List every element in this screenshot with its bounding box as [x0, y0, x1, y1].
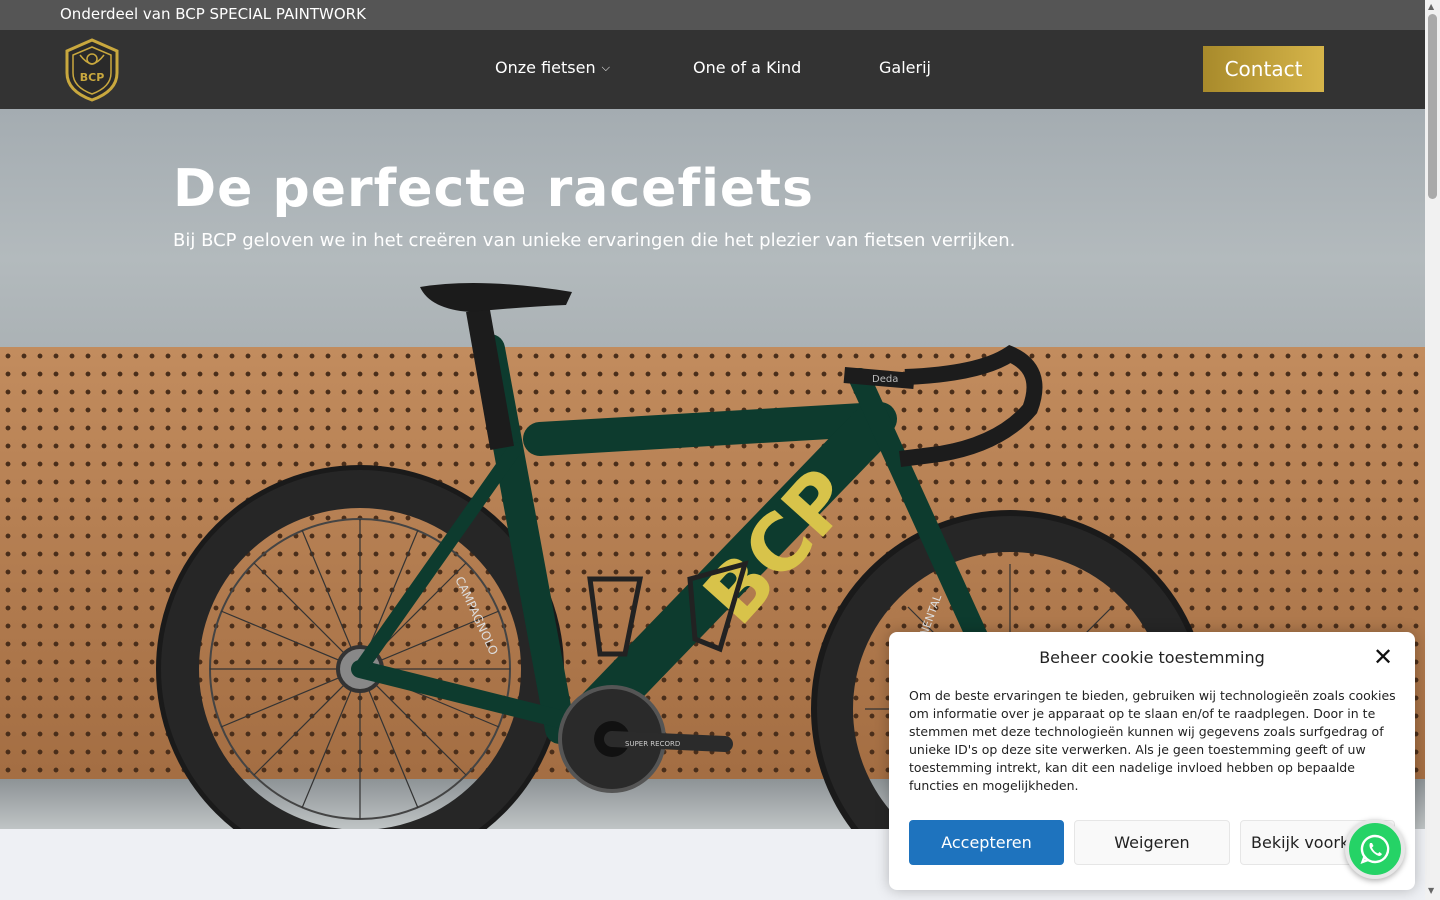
bcp-logo[interactable]: BCP [62, 37, 122, 103]
deny-cookies-button[interactable]: Weigeren [1074, 820, 1230, 865]
nav-item-galerij[interactable]: Galerij [879, 58, 931, 77]
hero-title: De perfecte racefiets [173, 159, 814, 219]
close-icon[interactable]: ✕ [1373, 645, 1393, 669]
site-header: BCP Onze fietsen ⌵ One of a Kind Galerij … [0, 30, 1425, 109]
whatsapp-chat-button[interactable] [1345, 819, 1405, 879]
chevron-down-icon: ⌵ [601, 61, 610, 74]
page-scrollbar[interactable]: ▲ ▼ [1425, 0, 1440, 900]
logo-text: BCP [80, 71, 105, 84]
scroll-down-icon[interactable]: ▼ [1428, 886, 1434, 895]
scrollbar-thumb[interactable] [1428, 14, 1437, 199]
nav-label: Onze fietsen [495, 58, 596, 77]
cookie-dialog-text: Om de beste ervaringen te bieden, gebrui… [909, 688, 1396, 793]
accept-cookies-button[interactable]: Accepteren [909, 820, 1064, 865]
announcement-bar: Onderdeel van BCP SPECIAL PAINTWORK [0, 0, 1425, 30]
nav-label: Galerij [879, 58, 931, 77]
hero-subtitle: Bij BCP geloven we in het creëren van un… [173, 230, 1016, 251]
cookie-dialog-title: Beheer cookie toestemming [1039, 648, 1265, 667]
announcement-text: Onderdeel van BCP SPECIAL PAINTWORK [60, 5, 366, 23]
contact-button[interactable]: Contact [1203, 46, 1324, 92]
nav-label: One of a Kind [693, 58, 802, 77]
wheel-brand-text: CAMPAGNOLO [452, 574, 501, 657]
crank-brand-text: SUPER RECORD [625, 740, 680, 748]
nav-item-onze-fietsen[interactable]: Onze fietsen ⌵ [495, 58, 610, 77]
cookie-consent-dialog: Beheer cookie toestemming ✕ Om de beste … [889, 632, 1415, 890]
nav-item-one-of-a-kind[interactable]: One of a Kind [693, 58, 801, 77]
scroll-up-icon[interactable]: ▲ [1428, 2, 1434, 11]
whatsapp-icon [1360, 834, 1390, 864]
stem-brand-text: Deda [872, 374, 898, 385]
